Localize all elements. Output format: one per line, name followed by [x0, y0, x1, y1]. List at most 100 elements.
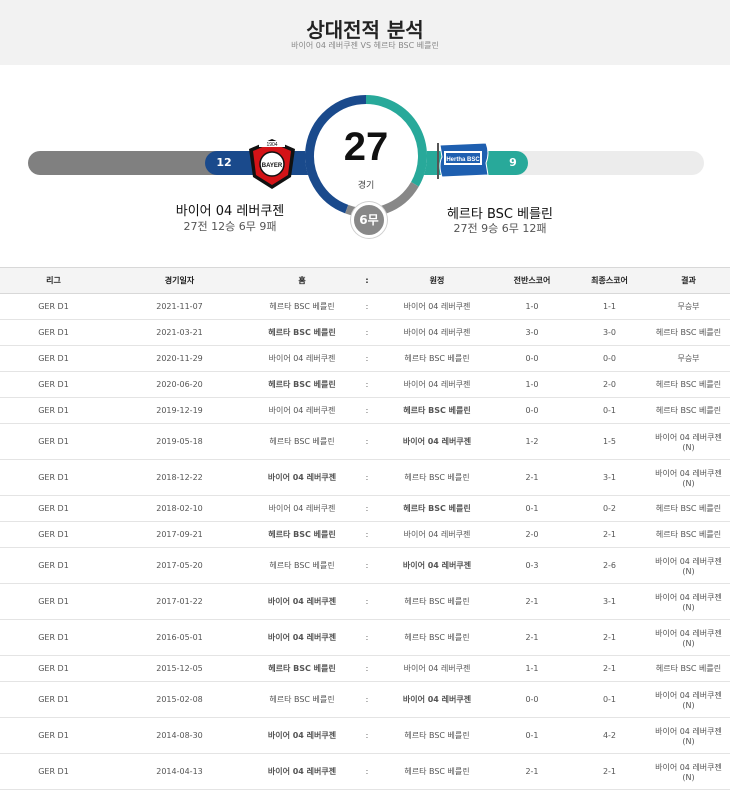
home-team-cell[interactable]: 바이어 04 레버쿠젠	[252, 397, 352, 424]
table-row[interactable]: GER D1 2020-06-20 헤르타 BSC 베를린: 바이어 04 레버쿠젠 1…	[0, 371, 730, 398]
table-row[interactable]: GER D1 2020-11-29 바이어 04 레버쿠젠: 헤르타 BSC 베를린 0…	[0, 345, 730, 372]
result-cell: 바이어 04 레버쿠젠 (N)	[647, 547, 730, 584]
table-row[interactable]: GER D1 2019-12-19 바이어 04 레버쿠젠: 헤르타 BSC 베를린 0…	[0, 397, 730, 424]
column-header-league: 리그	[0, 267, 107, 294]
away-team-cell[interactable]: 헤르타 BSC 베를린	[382, 459, 492, 496]
away-team-cell[interactable]: 헤르타 BSC 베를린	[382, 583, 492, 620]
table-row[interactable]: GER D1 2018-02-10 바이어 04 레버쿠젠: 헤르타 BSC 베를린 0…	[0, 495, 730, 522]
result-text: 바이어 04 레버쿠젠	[655, 762, 722, 772]
away-team-cell[interactable]: 바이어 04 레버쿠젠	[382, 521, 492, 548]
home-team-cell[interactable]: 헤르타 BSC 베를린	[252, 423, 352, 460]
date-cell: 2021-11-07	[107, 293, 252, 320]
result-cell: 헤르타 BSC 베를린	[647, 371, 730, 398]
home-team-cell[interactable]: 바이어 04 레버쿠젠	[252, 345, 352, 372]
away-team-cell[interactable]: 바이어 04 레버쿠젠	[382, 423, 492, 460]
left-team-name[interactable]: 바이어 04 레버쿠젠	[150, 200, 310, 219]
half-score-cell: 0-1	[492, 495, 572, 522]
table-row[interactable]: GER D1 2018-12-22 바이어 04 레버쿠젠: 헤르타 BSC 베를린 2…	[0, 459, 730, 496]
separator-cell: :	[352, 583, 382, 620]
separator-cell: :	[352, 547, 382, 584]
home-team-cell[interactable]: 헤르타 BSC 베를린	[252, 319, 352, 346]
away-team-cell[interactable]: 바이어 04 레버쿠젠	[382, 655, 492, 682]
date-cell: 2018-02-10	[107, 495, 252, 522]
page-title: 상대전적 분석	[306, 18, 424, 42]
away-team-cell[interactable]: 헤르타 BSC 베를린	[382, 397, 492, 424]
away-team-cell[interactable]: 헤르타 BSC 베를린	[382, 619, 492, 656]
league-cell: GER D1	[0, 681, 107, 718]
home-team-cell[interactable]: 바이어 04 레버쿠젠	[252, 583, 352, 620]
home-team-cell[interactable]: 바이어 04 레버쿠젠	[252, 717, 352, 754]
result-cell: 헤르타 BSC 베를린	[647, 397, 730, 424]
final-score-cell: 2-1	[572, 655, 647, 682]
hertha-bsc-logo-icon: Hertha BSC	[437, 142, 489, 179]
away-team-cell[interactable]: 바이어 04 레버쿠젠	[382, 681, 492, 718]
separator-cell: :	[352, 717, 382, 754]
result-note: (N)	[682, 772, 695, 782]
result-text: 헤르타 BSC 베를린	[655, 504, 722, 513]
logo-year-text: 1904	[266, 142, 277, 148]
away-team-cell[interactable]: 헤르타 BSC 베를린	[382, 717, 492, 754]
logo-club-text: Hertha BSC	[446, 157, 480, 163]
date-cell: 2019-12-19	[107, 397, 252, 424]
league-cell: GER D1	[0, 521, 107, 548]
home-team-cell[interactable]: 헤르타 BSC 베를린	[252, 547, 352, 584]
result-text: 바이어 04 레버쿠젠	[655, 628, 722, 638]
table-row[interactable]: GER D1 2019-05-18 헤르타 BSC 베를린: 바이어 04 레버쿠젠 1…	[0, 423, 730, 460]
result-text: 무승부	[677, 354, 700, 363]
date-cell: 2015-12-05	[107, 655, 252, 682]
half-score-cell: 2-1	[492, 459, 572, 496]
half-score-cell: 2-1	[492, 753, 572, 790]
away-team-cell[interactable]: 바이어 04 레버쿠젠	[382, 293, 492, 320]
result-cell: 무승부	[647, 293, 730, 320]
away-team-cell[interactable]: 바이어 04 레버쿠젠	[382, 547, 492, 584]
home-team-cell[interactable]: 헤르타 BSC 베를린	[252, 371, 352, 398]
table-row[interactable]: GER D1 2016-05-01 바이어 04 레버쿠젠: 헤르타 BSC 베를린 2…	[0, 619, 730, 656]
final-score-cell: 0-0	[572, 345, 647, 372]
table-row[interactable]: GER D1 2014-08-30 바이어 04 레버쿠젠: 헤르타 BSC 베를린 0…	[0, 717, 730, 754]
home-team-cell[interactable]: 헤르타 BSC 베를린	[252, 655, 352, 682]
league-cell: GER D1	[0, 753, 107, 790]
away-team-cell[interactable]: 헤르타 BSC 베를린	[382, 345, 492, 372]
half-score-cell: 0-0	[492, 397, 572, 424]
result-text: 바이어 04 레버쿠젠	[655, 432, 722, 442]
separator-cell: :	[352, 495, 382, 522]
date-cell: 2017-05-20	[107, 547, 252, 584]
result-cell: 헤르타 BSC 베를린	[647, 495, 730, 522]
bayer-leverkusen-logo-icon: BAYER 1904	[249, 139, 295, 189]
result-cell: 바이어 04 레버쿠젠 (N)	[647, 459, 730, 496]
home-team-cell[interactable]: 바이어 04 레버쿠젠	[252, 495, 352, 522]
table-row[interactable]: GER D1 2017-09-21 헤르타 BSC 베를린: 바이어 04 레버쿠젠 2…	[0, 521, 730, 548]
home-team-cell[interactable]: 바이어 04 레버쿠젠	[252, 753, 352, 790]
home-team-cell[interactable]: 바이어 04 레버쿠젠	[252, 619, 352, 656]
table-row[interactable]: GER D1 2015-12-05 헤르타 BSC 베를린: 바이어 04 레버쿠젠 1…	[0, 655, 730, 682]
right-team-wins-count: 9	[509, 156, 517, 169]
final-score-cell: 3-1	[572, 459, 647, 496]
home-team-cell[interactable]: 바이어 04 레버쿠젠	[252, 459, 352, 496]
separator-cell: :	[352, 753, 382, 790]
home-team-cell[interactable]: 헤르타 BSC 베를린	[252, 293, 352, 320]
table-row[interactable]: GER D1 2015-02-08 헤르타 BSC 베를린: 바이어 04 레버쿠젠 0…	[0, 681, 730, 718]
date-cell: 2016-05-01	[107, 619, 252, 656]
result-cell: 바이어 04 레버쿠젠 (N)	[647, 619, 730, 656]
away-team-cell[interactable]: 헤르타 BSC 베를린	[382, 495, 492, 522]
column-header-separator: :	[352, 267, 382, 294]
home-team-cell[interactable]: 헤르타 BSC 베를린	[252, 521, 352, 548]
table-row[interactable]: GER D1 2021-11-07 헤르타 BSC 베를린: 바이어 04 레버쿠젠 1…	[0, 293, 730, 320]
away-team-cell[interactable]: 바이어 04 레버쿠젠	[382, 371, 492, 398]
away-team-cell[interactable]: 헤르타 BSC 베를린	[382, 753, 492, 790]
away-team-cell[interactable]: 바이어 04 레버쿠젠	[382, 319, 492, 346]
table-row[interactable]: GER D1 2017-05-20 헤르타 BSC 베를린: 바이어 04 레버쿠젠 0…	[0, 547, 730, 584]
final-score-cell: 2-1	[572, 753, 647, 790]
half-score-cell: 0-3	[492, 547, 572, 584]
half-score-cell: 0-1	[492, 717, 572, 754]
table-row[interactable]: GER D1 2021-03-21 헤르타 BSC 베를린: 바이어 04 레버쿠젠 3…	[0, 319, 730, 346]
table-row[interactable]: GER D1 2014-04-13 바이어 04 레버쿠젠: 헤르타 BSC 베를린 2…	[0, 753, 730, 790]
table-row[interactable]: GER D1 2017-01-22 바이어 04 레버쿠젠: 헤르타 BSC 베를린 2…	[0, 583, 730, 620]
total-matches-label: 경기	[357, 181, 375, 191]
home-team-cell[interactable]: 헤르타 BSC 베를린	[252, 681, 352, 718]
result-note: (N)	[682, 700, 695, 710]
result-cell: 바이어 04 레버쿠젠 (N)	[647, 583, 730, 620]
result-text: 헤르타 BSC 베를린	[655, 406, 722, 415]
date-cell: 2017-01-22	[107, 583, 252, 620]
final-score-cell: 2-6	[572, 547, 647, 584]
